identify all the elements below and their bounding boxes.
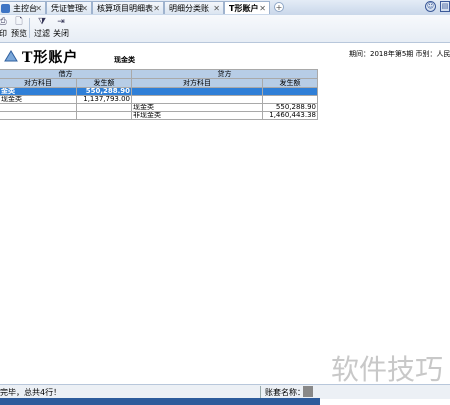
taskbar-strip	[0, 398, 320, 405]
close-icon[interactable]: ✕	[35, 2, 42, 14]
table-row[interactable]: 非现金类 1,460,443.38	[0, 111, 318, 120]
watermark-text: 软件技巧	[331, 353, 443, 386]
close-icon[interactable]: ✕	[153, 2, 160, 14]
column-header: 发生额	[76, 78, 132, 88]
preview-label: 预览	[11, 29, 27, 38]
tab-bar: 主控台 ✕ 凭证管理 ✕ 核算项目明细表 ✕ 明细分类账 ✕ T形账户 ✕ + …	[0, 0, 450, 16]
credit-subject: 非现金类	[131, 111, 263, 120]
close-icon[interactable]: ✕	[213, 2, 220, 14]
column-header: 对方科目	[0, 78, 77, 88]
tab-t-account[interactable]: T形账户 ✕	[224, 1, 270, 14]
tab-label: 凭证管理	[51, 4, 83, 13]
credit-subject	[131, 95, 263, 104]
debit-subject: 金类	[0, 87, 77, 96]
status-divider	[260, 386, 261, 398]
toolbar-divider	[29, 18, 30, 38]
add-tab-icon[interactable]: +	[274, 2, 284, 12]
t-account-table: 借方 贷方 对方科目 发生额 对方科目 发生额 金类 550,288.90 现金…	[0, 69, 318, 120]
status-bar: 完毕，总共4行！ 账套名称：	[0, 384, 450, 399]
debit-subject	[0, 103, 77, 112]
watermark-logo: 软件技巧	[331, 353, 443, 386]
tab-voucher[interactable]: 凭证管理 ✕	[46, 1, 92, 14]
credit-subject: 现金类	[131, 103, 263, 112]
tab-label: 主控台	[13, 4, 37, 13]
account-set-label: 账套名称：	[265, 388, 305, 397]
filter-label: 过滤	[34, 29, 50, 38]
tab-aux-detail[interactable]: 核算项目明细表 ✕	[92, 1, 164, 14]
print-label: 印	[0, 29, 7, 38]
credit-amount	[262, 87, 318, 96]
home-icon	[1, 4, 10, 13]
close-icon[interactable]: ✕	[259, 2, 266, 14]
column-header: 发生额	[262, 78, 318, 88]
status-message: 完毕，总共4行！	[0, 388, 62, 397]
tab-label: 明细分类账	[169, 4, 209, 13]
close-button[interactable]: ⇥ 关闭	[50, 16, 72, 41]
debit-amount: 1,137,793.00	[76, 95, 132, 104]
page-title: T形账户	[22, 50, 79, 66]
close-label: 关闭	[53, 29, 69, 38]
debit-amount	[76, 111, 132, 120]
tab-console[interactable]: 主控台 ✕	[0, 1, 46, 14]
account-name: 现金类	[114, 56, 135, 64]
preview-icon: 🗋	[15, 17, 23, 27]
table-row[interactable]: 现金类 550,288.90	[0, 103, 318, 112]
debit-amount: 550,288.90	[76, 87, 132, 96]
table-row[interactable]: 金类 550,288.90	[0, 87, 318, 96]
printer-icon: ⎙	[0, 17, 7, 27]
credit-subject	[131, 87, 263, 96]
account-set-value	[303, 386, 313, 397]
tab-label: T形账户	[229, 4, 259, 13]
credit-amount: 1,460,443.38	[262, 111, 318, 120]
tab-label: 核算项目明细表	[97, 4, 153, 13]
table-row[interactable]: 现金类 1,137,793.00	[0, 95, 318, 104]
t-account-icon	[4, 50, 18, 62]
debit-amount	[76, 103, 132, 112]
period-currency: 期间：2018年第5期 币别：人民	[349, 50, 450, 58]
filter-icon: ⧩	[37, 17, 47, 27]
debit-subject	[0, 111, 77, 120]
report-header: T形账户 现金类 期间：2018年第5期 币别：人民	[0, 43, 450, 69]
credit-amount	[262, 95, 318, 104]
toolbar: ⎙ 印 🗋 预览 ⧩ 过滤 ⇥ 关闭	[0, 15, 450, 43]
exit-icon: ⇥	[57, 17, 65, 27]
credit-amount: 550,288.90	[262, 103, 318, 112]
smiley-icon[interactable]: ☺	[425, 1, 436, 12]
debit-header: 借方	[0, 69, 132, 79]
tab-ledger[interactable]: 明细分类账 ✕	[164, 1, 224, 14]
credit-header: 贷方	[131, 69, 318, 79]
debit-subject: 现金类	[0, 95, 77, 104]
preview-button[interactable]: 🗋 预览	[8, 16, 30, 41]
column-header: 对方科目	[131, 78, 263, 88]
close-icon[interactable]: ✕	[81, 2, 88, 14]
window-icon[interactable]: ▤	[440, 1, 450, 12]
